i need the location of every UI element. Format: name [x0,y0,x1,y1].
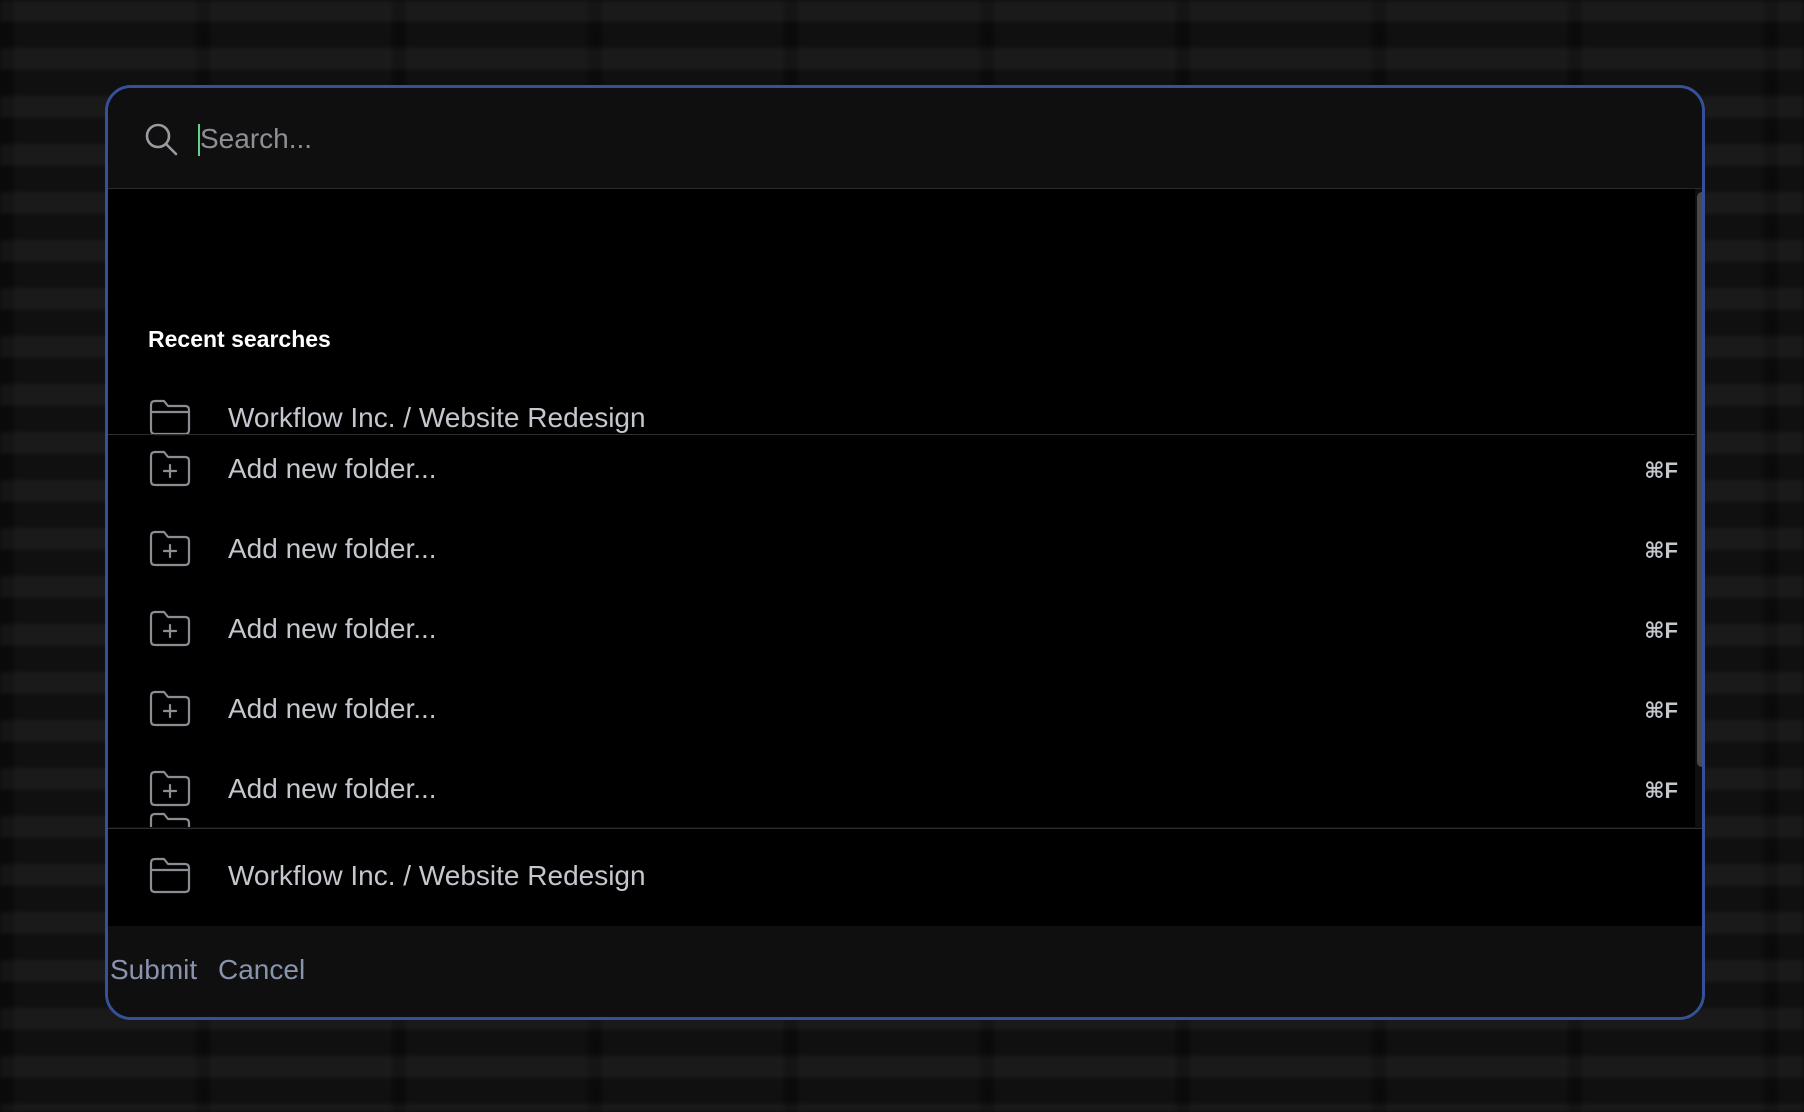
pinned-item-label: Workflow Inc. / Website Redesign [228,860,646,891]
submit-button[interactable]: Submit [110,954,197,986]
action-label: Add new folder... [228,693,437,724]
text-caret [198,124,200,156]
divider [108,434,1698,435]
action-item-add-folder[interactable]: Add new folder... ⌘F [148,682,1688,738]
keyboard-shortcut: ⌘F [1644,458,1678,483]
keyboard-shortcut: ⌘F [1644,538,1678,563]
search-input[interactable] [198,110,1602,168]
action-label: Add new folder... [228,533,437,564]
pinned-item[interactable]: Workflow Inc. / Website Redesign [148,849,1688,905]
folder-icon [148,397,192,437]
pinned-result[interactable]: Workflow Inc. / Website Redesign [108,828,1702,927]
search-bar [108,88,1702,189]
folder-icon [148,810,192,827]
folder-plus-icon [148,448,192,488]
action-item-add-folder[interactable]: Add new folder... ⌘F [148,602,1688,658]
results-list[interactable]: Recent searches Workflow Inc. / Website … [108,189,1698,827]
recent-search-label: Workflow Inc. / Website Redesign [228,402,646,433]
action-label: Add new folder... [228,773,437,804]
scrollbar-thumb[interactable] [1697,192,1702,767]
keyboard-shortcut: ⌘F [1644,618,1678,643]
folder-plus-icon [148,768,192,808]
action-item-add-folder[interactable]: Add new folder... ⌘F [148,442,1688,498]
dialog-footer: Submit Cancel [108,926,1702,1017]
action-item-add-folder[interactable]: Add new folder... ⌘F [148,522,1688,578]
folder-plus-icon [148,608,192,648]
action-label: Add new folder... [228,613,437,644]
search-icon [144,122,178,156]
folder-plus-icon [148,688,192,728]
folder-plus-icon [148,528,192,568]
command-palette-dialog: Recent searches Workflow Inc. / Website … [105,85,1705,1020]
keyboard-shortcut: ⌘F [1644,778,1678,803]
recent-search-item[interactable]: Workflow Inc. / Website Redesign [148,391,1688,447]
cancel-button[interactable]: Cancel [218,954,305,986]
action-label: Add new folder... [228,453,437,484]
keyboard-shortcut: ⌘F [1644,698,1678,723]
folder-icon [148,855,192,895]
action-item-add-folder[interactable]: Add new folder... ⌘F [148,762,1688,818]
recent-searches-heading: Recent searches [148,326,331,352]
